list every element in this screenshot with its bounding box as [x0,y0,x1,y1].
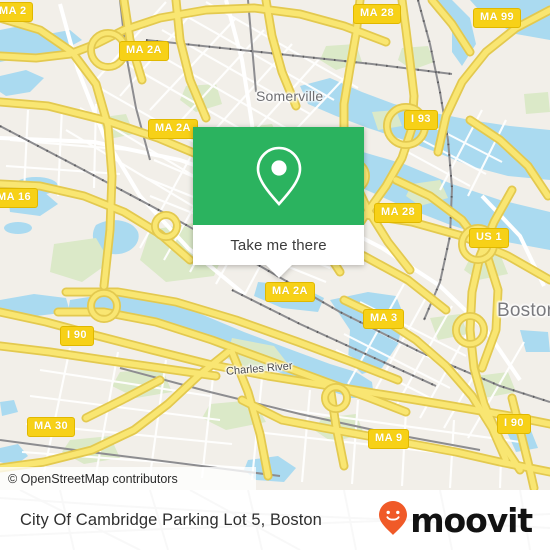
moovit-smiley-pin-icon [378,500,408,541]
popup-pointer [264,264,293,278]
road-shield-ma-28[interactable]: MA 28 [353,4,401,24]
road-shield-i-90[interactable]: I 90 [497,414,531,434]
road-shield-i-90[interactable]: I 90 [60,326,94,346]
road-shield-ma-2a[interactable]: MA 2A [119,41,169,61]
map-screenshot: Somerville Boston Charles River MA 2 MA … [0,0,550,550]
road-shield-ma-2a[interactable]: MA 2A [148,119,198,139]
road-shield-ma-2a[interactable]: MA 2A [265,282,315,302]
road-shield-ma-30[interactable]: MA 30 [27,417,75,437]
road-shield-us-1[interactable]: US 1 [469,228,510,248]
location-title: City Of Cambridge Parking Lot 5, Boston [20,510,322,529]
road-shield-ma-99[interactable]: MA 99 [473,8,521,28]
take-me-there-button[interactable]: Take me there [193,225,364,265]
map-canvas[interactable]: Somerville Boston Charles River MA 2 MA … [0,0,550,490]
popup-header [193,127,364,225]
location-popup[interactable]: Take me there [193,127,364,278]
map-attribution[interactable]: © OpenStreetMap contributors [0,467,256,490]
road-shield-ma-3[interactable]: MA 3 [363,309,405,329]
road-shield-ma-2[interactable]: MA 2 [0,2,34,22]
place-label-somerville: Somerville [256,88,324,104]
moovit-logo[interactable]: moovit [378,500,533,541]
road-shield-ma-16[interactable]: MA 16 [0,188,38,208]
road-shield-i-93[interactable]: I 93 [404,110,438,130]
take-me-there-label: Take me there [230,236,327,254]
map-pin-icon [253,145,305,207]
place-label-boston: Boston [497,300,550,321]
moovit-wordmark: moovit [410,500,533,540]
road-shield-ma-28[interactable]: MA 28 [374,203,422,223]
attribution-text: © OpenStreetMap contributors [8,471,178,486]
road-shield-ma-9[interactable]: MA 9 [368,429,410,449]
footer-bar: City Of Cambridge Parking Lot 5, Boston … [0,490,550,550]
footer-content: City Of Cambridge Parking Lot 5, Boston … [0,490,550,550]
